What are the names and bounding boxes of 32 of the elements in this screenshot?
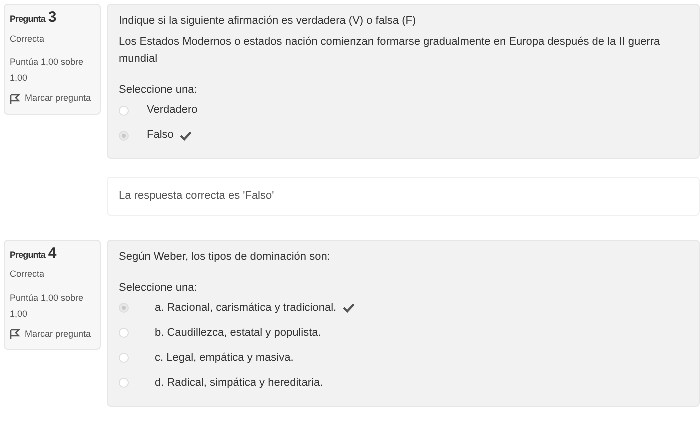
flag-icon [10, 94, 20, 104]
radio-button[interactable] [119, 303, 129, 313]
answer-option: Falso [147, 127, 174, 144]
answer-option: Verdadero [147, 102, 198, 119]
answer-option: d. Radical, simpática y hereditaria. [155, 374, 324, 392]
question-grade: Puntúa 1,00 sobre 1,00 [10, 292, 85, 320]
flag-question-link[interactable]: Marcar pregunta [25, 92, 92, 106]
flag-icon [10, 329, 20, 340]
question-heading: Pregunta [10, 248, 46, 262]
answer-option: c. Legal, empática y masiva. [155, 350, 294, 366]
radio-button[interactable] [119, 353, 129, 363]
select-label: Seleccione una: [119, 280, 198, 296]
check-icon [342, 303, 355, 313]
question-text: Los Estados Modernos o estados nación comienzan formarse gradualmente en Europa después de la II guerra mundial [119, 35, 662, 67]
flag-question-link[interactable]: Marcar pregunta [25, 328, 92, 341]
radio-button[interactable] [119, 130, 129, 140]
radio-button[interactable] [119, 328, 129, 338]
question-state: Correcta [10, 268, 46, 281]
answer-option: a. Racional, carismática y tradicional. [155, 300, 337, 316]
correct-answer-text: La respuesta correcta es 'Falso' [119, 190, 274, 202]
answer-option: b. Caudillezca, estatal y populista. [155, 324, 322, 342]
radio-button[interactable] [119, 106, 129, 116]
question-text: Según Weber, los tipos de dominación son: [119, 250, 332, 264]
question-text: Indique si la siguiente afirmación es verdadera (V) o falsa (F) [119, 14, 418, 29]
question-number: 4 [48, 246, 57, 260]
question-grade: Puntúa 1,00 sobre 1,00 [10, 56, 85, 85]
question-number: 3 [48, 10, 57, 25]
radio-button[interactable] [119, 378, 129, 388]
question-state: Correcta [10, 32, 46, 46]
question-heading: Pregunta [10, 13, 46, 26]
check-icon [180, 130, 192, 140]
select-label: Seleccione una: [119, 83, 198, 98]
